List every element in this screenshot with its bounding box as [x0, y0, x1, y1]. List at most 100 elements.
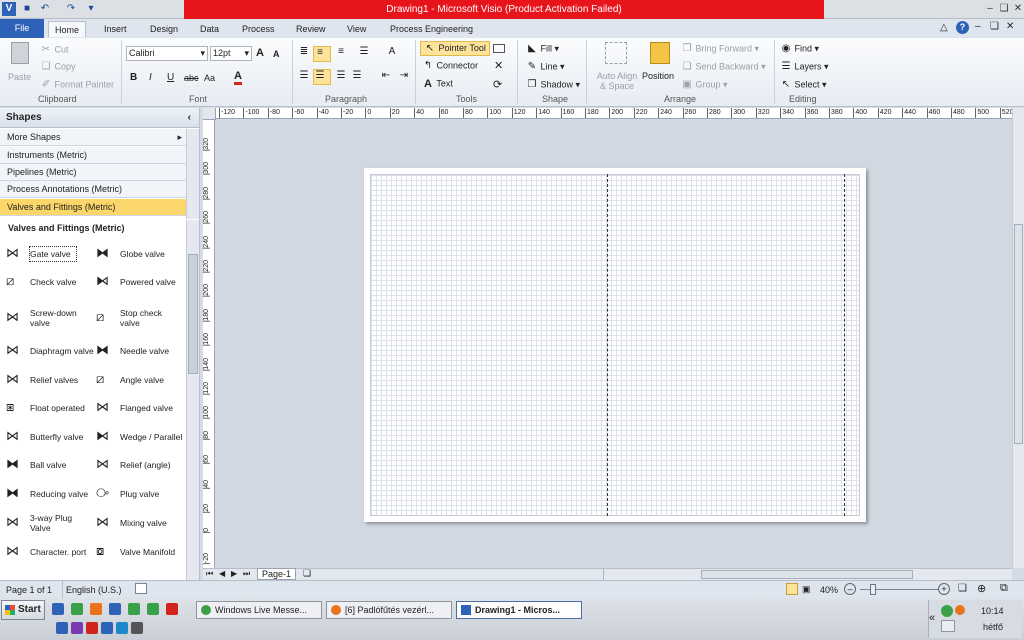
shape-item[interactable]: ⋈ Gate valve: [6, 240, 96, 268]
find-button[interactable]: ◉ Find ▾: [780, 43, 819, 55]
send-backward-button[interactable]: ❏ Send Backward ▾: [681, 61, 766, 73]
shape-item[interactable]: ⋈ Relief (angle): [96, 451, 186, 479]
align-left-button[interactable]: ☰: [298, 70, 310, 82]
outlook-icon[interactable]: [56, 622, 68, 634]
align-bottom-button[interactable]: ≡: [335, 46, 347, 58]
shape-item[interactable]: ⋈ Diaphragm valve: [6, 337, 96, 365]
line-button[interactable]: ✎ Line ▾: [526, 61, 565, 73]
align-top-button[interactable]: ≡: [313, 46, 331, 62]
close-icon[interactable]: ✕: [1010, 2, 1024, 16]
language-status[interactable]: English (U.S.): [66, 585, 122, 595]
tool-icon[interactable]: [131, 622, 143, 634]
connection-point-icon[interactable]: ⟳: [493, 78, 502, 91]
stencil-more-shapes[interactable]: More Shapes ▸: [0, 129, 186, 146]
visio-logo-icon[interactable]: V: [2, 2, 16, 16]
shape-item[interactable]: ⋈ Mixing valve: [96, 509, 186, 537]
justify-button[interactable]: ☰: [351, 70, 363, 82]
change-case-button[interactable]: Aa: [204, 73, 215, 83]
macro-icon[interactable]: [135, 583, 147, 594]
prev-page-icon[interactable]: ◀: [219, 569, 225, 578]
start-button[interactable]: Start: [1, 600, 45, 620]
tab-home[interactable]: Home: [48, 21, 87, 37]
connector-button[interactable]: ↰ Connector: [422, 60, 478, 72]
shape-item[interactable]: ⧇ Valve Manifold: [96, 538, 186, 566]
app-icon[interactable]: [71, 622, 83, 634]
group-button[interactable]: ▣ Group ▾: [681, 79, 727, 91]
underline-button[interactable]: U: [167, 72, 174, 83]
doc-close-icon[interactable]: ✕: [1006, 21, 1014, 32]
shape-item[interactable]: ⋈ Relief valves: [6, 366, 96, 394]
scroll-thumb[interactable]: [1014, 224, 1023, 444]
grow-font-button[interactable]: A: [256, 47, 264, 59]
shape-item[interactable]: ⋈ Character. port: [6, 538, 96, 566]
firefox-icon[interactable]: [90, 603, 102, 615]
photoshop-icon[interactable]: [116, 622, 128, 634]
font-color-button[interactable]: A: [234, 71, 242, 85]
save-icon[interactable]: ■: [20, 2, 34, 16]
shape-item[interactable]: ⧑ Wedge / Parallel: [96, 423, 186, 451]
task-windows-live-messenger[interactable]: Windows Live Messe...: [196, 601, 322, 619]
doc-minimize-icon[interactable]: –: [975, 21, 981, 32]
last-page-icon[interactable]: ⏭: [243, 569, 250, 579]
font-family-select[interactable]: Calibri ▾: [126, 46, 208, 61]
insert-page-icon[interactable]: ❏: [303, 568, 311, 579]
bring-forward-button[interactable]: ❐ Bring Forward ▾: [681, 43, 760, 55]
stencil-process-annotations[interactable]: Process Annotations (Metric): [0, 181, 186, 198]
tab-file[interactable]: File: [0, 19, 44, 38]
rectangle-tool-button[interactable]: [493, 44, 505, 53]
show-desktop-icon[interactable]: [52, 603, 64, 615]
tab-review[interactable]: Review: [290, 21, 332, 37]
task-firefox[interactable]: [6] Padlófűtés vezérl...: [326, 601, 452, 619]
minimize-ribbon-icon[interactable]: △: [940, 22, 948, 33]
align-center-button[interactable]: ☰: [313, 69, 331, 85]
layers-button[interactable]: ☰ Layers ▾: [780, 61, 829, 73]
position-button[interactable]: Position: [642, 71, 674, 81]
switch-windows-icon[interactable]: ⧉: [1000, 582, 1008, 595]
stencil-valves-fittings[interactable]: Valves and Fittings (Metric): [0, 199, 186, 216]
tab-process[interactable]: Process: [236, 21, 281, 37]
stencil-instruments[interactable]: Instruments (Metric): [0, 147, 186, 164]
help-icon[interactable]: ?: [956, 21, 969, 34]
stencil-pipelines[interactable]: Pipelines (Metric): [0, 164, 186, 181]
explorer-icon[interactable]: [71, 603, 83, 615]
scroll-thumb[interactable]: [188, 254, 198, 374]
tray-app-icon[interactable]: [955, 605, 965, 615]
tray-expand-icon[interactable]: «: [929, 612, 935, 624]
bold-button[interactable]: B: [130, 72, 137, 83]
undo-icon[interactable]: ↶: [38, 2, 52, 16]
presentation-icon[interactable]: ▣: [802, 584, 811, 595]
drawing-page[interactable]: [364, 168, 866, 522]
page-count[interactable]: Page 1 of 1: [6, 585, 52, 595]
page-tab[interactable]: Page-1: [257, 568, 297, 580]
fill-button[interactable]: ◣ Fill ▾: [526, 43, 559, 55]
align-top-left-button[interactable]: ≣: [298, 46, 310, 58]
clock-time[interactable]: 10:14: [981, 606, 1004, 616]
pan-zoom-icon[interactable]: ⊕: [977, 582, 986, 595]
network-icon[interactable]: [941, 620, 955, 632]
paste-button[interactable]: [8, 42, 32, 72]
tab-data[interactable]: Data: [194, 21, 225, 37]
ie-icon[interactable]: [109, 603, 121, 615]
canvas-vertical-scrollbar[interactable]: [1012, 108, 1024, 568]
messenger-icon[interactable]: [147, 603, 159, 615]
tab-design[interactable]: Design: [144, 21, 184, 37]
copy-button[interactable]: ❏ Copy: [40, 61, 76, 73]
shape-item[interactable]: ⋈ Butterfly valve: [6, 423, 96, 451]
scroll-thumb[interactable]: [701, 570, 913, 579]
app-icon[interactable]: [101, 622, 113, 634]
drawing-canvas[interactable]: [216, 120, 1012, 568]
zoom-level[interactable]: 40%: [820, 585, 838, 595]
shape-item[interactable]: ⧄ Angle valve: [96, 366, 186, 394]
shape-item[interactable]: ⧓ Reducing valve: [6, 480, 96, 508]
shape-item[interactable]: ⧓ Needle valve: [96, 337, 186, 365]
text-tool-button[interactable]: A Text: [422, 78, 453, 90]
shape-item[interactable]: ⋈ Screw-down valve: [6, 304, 96, 332]
collapse-panel-icon[interactable]: ‹: [188, 108, 191, 128]
fit-page-icon[interactable]: ❏: [958, 583, 967, 594]
messenger-tray-icon[interactable]: [941, 605, 953, 617]
tab-insert[interactable]: Insert: [98, 21, 133, 37]
text-size-button[interactable]: A: [386, 46, 398, 58]
calendar-icon[interactable]: [86, 622, 98, 634]
shape-item[interactable]: ⧄ Check valve: [6, 268, 96, 296]
select-button[interactable]: ↖ Select ▾: [780, 79, 827, 91]
